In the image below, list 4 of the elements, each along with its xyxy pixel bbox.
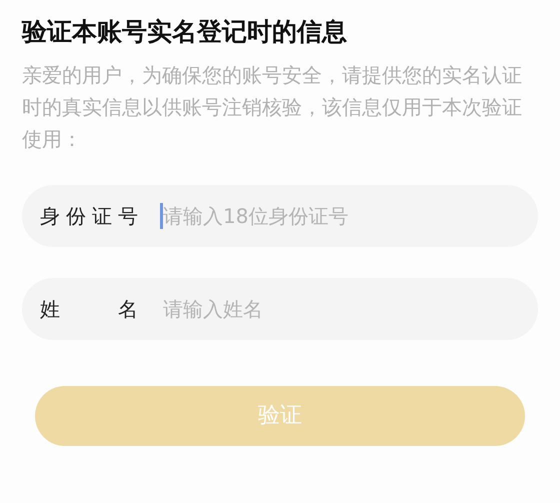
field-label: 身份证号 [40, 202, 138, 230]
description-text: 亲爱的用户，为确保您的账号安全，请提供您的实名认证时的真实信息以供账号注销核验，该信息仅用于本次验证使用： [22, 62, 523, 152]
page-title: 验证本账号实名登记时的信息 [22, 16, 348, 48]
field-label: 姓名 [40, 296, 138, 322]
